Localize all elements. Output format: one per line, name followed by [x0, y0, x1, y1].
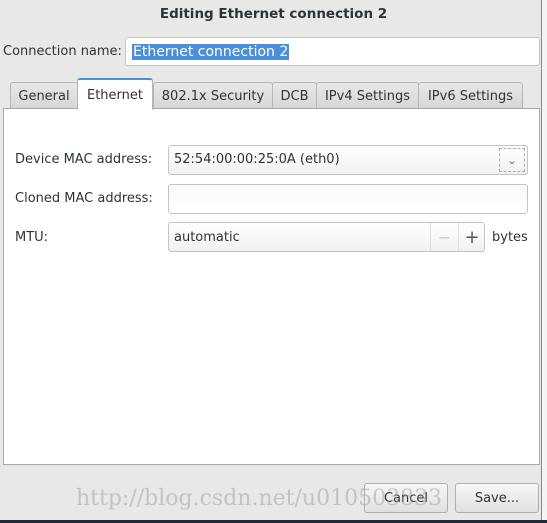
mtu-label: MTU:	[15, 230, 49, 245]
tab-ipv6-settings[interactable]: IPv6 Settings	[418, 82, 523, 109]
device-mac-label: Device MAC address:	[15, 152, 153, 167]
tab-label: IPv4 Settings	[324, 88, 411, 104]
tab-label: Ethernet	[87, 87, 143, 103]
tab-label: IPv6 Settings	[427, 88, 514, 104]
connection-name-value: Ethernet connection 2	[132, 43, 290, 60]
window-title: Editing Ethernet connection 2	[159, 6, 388, 22]
device-mac-value: 52:54:00:00:25:0A (eth0)	[174, 152, 340, 167]
connection-name-input[interactable]: Ethernet connection 2	[125, 37, 540, 66]
tab-8021x-security[interactable]: 802.1x Security	[153, 82, 273, 109]
cloned-mac-input[interactable]	[168, 184, 528, 214]
chevron-down-icon[interactable]: ⌄	[499, 148, 525, 172]
plus-button[interactable]: +	[458, 223, 485, 251]
connection-name-label: Connection name:	[3, 44, 122, 59]
tab-label: General	[18, 88, 70, 104]
window-border	[541, 0, 547, 523]
mtu-unit: bytes	[492, 230, 528, 245]
minus-button[interactable]: −	[430, 223, 458, 251]
tab-label: 802.1x Security	[161, 88, 265, 104]
tab-dcb[interactable]: DCB	[272, 82, 317, 109]
cloned-mac-label: Cloned MAC address:	[15, 191, 153, 206]
mtu-value: automatic	[174, 230, 240, 245]
mtu-spinbutton[interactable]: automatic − +	[168, 222, 485, 252]
tab-general[interactable]: General	[10, 82, 78, 109]
tab-label: DCB	[280, 88, 309, 104]
device-mac-combo[interactable]: 52:54:00:00:25:0A (eth0) ⌄	[168, 145, 528, 175]
cancel-button[interactable]: Cancel	[364, 483, 448, 513]
tab-ipv4-settings[interactable]: IPv4 Settings	[316, 82, 419, 109]
tab-ethernet[interactable]: Ethernet	[77, 78, 153, 110]
save-button[interactable]: Save...	[455, 483, 539, 513]
